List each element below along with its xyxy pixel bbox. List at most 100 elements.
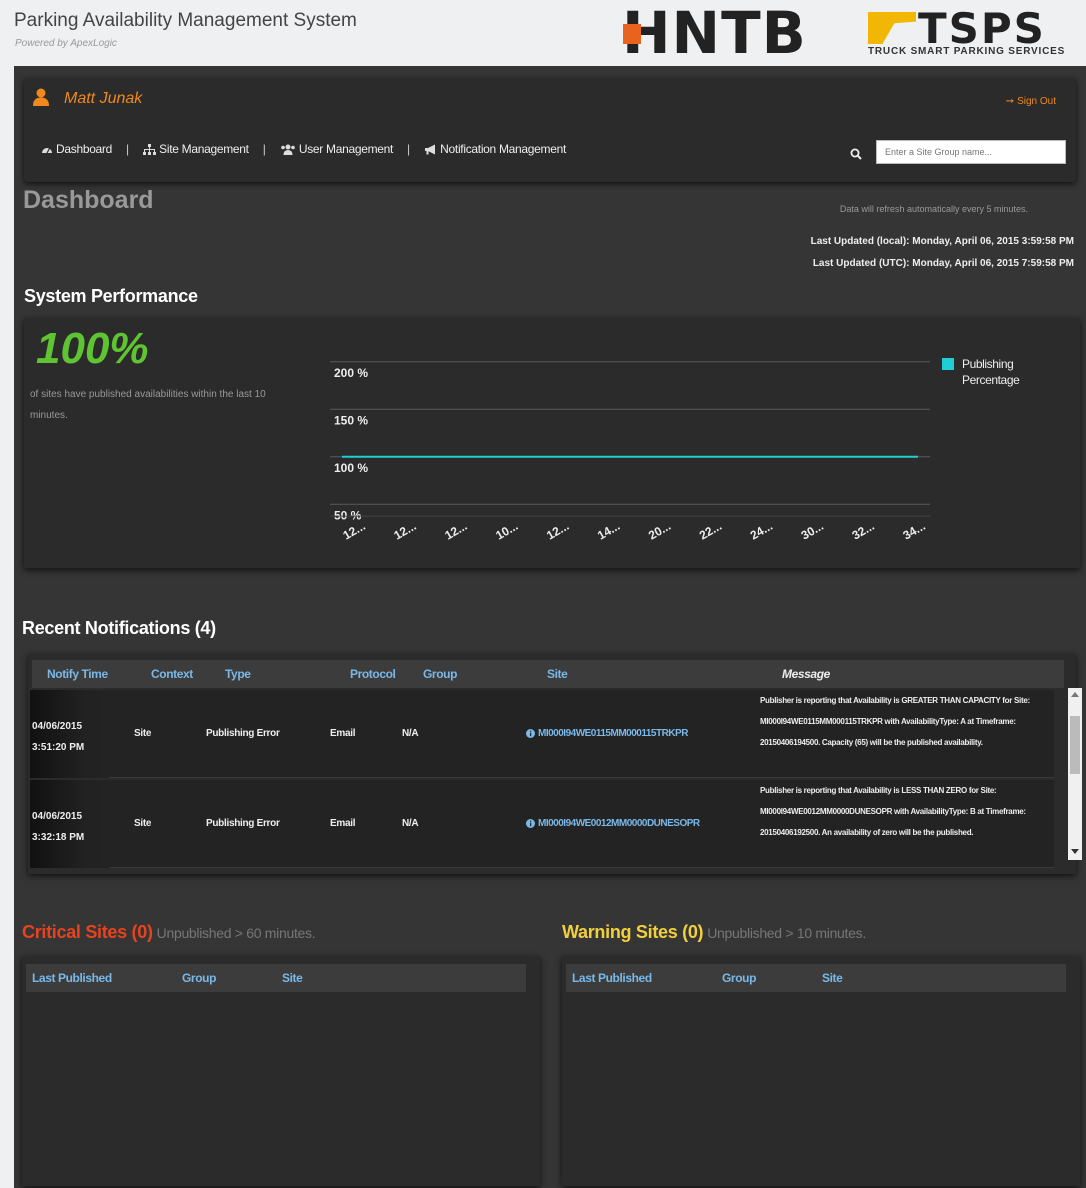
critical-sites-title: Critical Sites (0) Unpublished > 60 minut…: [22, 922, 316, 943]
info-icon: [526, 729, 535, 738]
legend-label: Publishing Percentage: [962, 357, 1020, 387]
main-content: Matt Junak ➙ Sign Out Dashboard | Site M…: [14, 66, 1086, 1188]
powered-by: Powered by ApexLogic: [15, 38, 117, 49]
row-date: 04/06/2015: [32, 811, 83, 822]
warning-sites-heading: Warning Sites (0): [562, 922, 704, 942]
nav-separator: |: [126, 142, 130, 156]
main-nav: Dashboard | Site Management | User Manag…: [41, 142, 566, 156]
row-type: Publishing Error: [206, 728, 280, 739]
x-tick-label: 32...: [850, 519, 877, 543]
col-context[interactable]: Context: [151, 667, 193, 681]
nav-dashboard-label: Dashboard: [56, 142, 113, 156]
nav-separator: |: [407, 142, 411, 156]
sign-out-link[interactable]: ➙ Sign Out: [1006, 96, 1056, 107]
x-tick-label: 10...: [493, 519, 520, 543]
col-group[interactable]: Group: [182, 971, 216, 985]
notifications-scrollbar[interactable]: [1068, 688, 1082, 860]
row-group: N/A: [402, 728, 419, 739]
row-protocol: Email: [330, 818, 356, 829]
x-tick-label: 24...: [748, 519, 775, 543]
row-type: Publishing Error: [206, 818, 280, 829]
info-icon: [526, 819, 535, 828]
row-context: Site: [134, 728, 152, 739]
col-site[interactable]: Site: [282, 971, 303, 985]
sitemap-icon: [143, 143, 157, 155]
dashboard-icon: [42, 148, 52, 154]
nav-user-management-label: User Management: [298, 142, 394, 156]
tsps-logo: TSPS TRUCK SMART PARKING SERVICES: [866, 4, 1076, 60]
y-tick-label: 150 %: [334, 413, 368, 427]
user-name: Matt Junak: [64, 90, 143, 107]
app-title: Parking Availability Management System: [14, 10, 357, 31]
row-group: N/A: [402, 818, 419, 829]
warning-sites-title: Warning Sites (0) Unpublished > 10 minute…: [562, 922, 866, 943]
row-time: 3:32:18 PM: [32, 832, 85, 843]
row-site-link[interactable]: MI000I94WE0012MM0000DUNESOPR: [526, 818, 700, 829]
tsps-emblem-icon: [868, 12, 916, 44]
nav-site-management[interactable]: Site Management: [143, 142, 249, 156]
col-group[interactable]: Group: [722, 971, 756, 985]
page-title: Dashboard: [23, 186, 154, 214]
col-site[interactable]: Site: [547, 667, 568, 681]
nav-notification-management[interactable]: Notification Management: [424, 142, 566, 156]
row-context: Site: [134, 818, 152, 829]
hntb-logo: HNTB: [622, 0, 807, 67]
critical-sites-heading: Critical Sites (0): [22, 922, 153, 942]
row-protocol: Email: [330, 728, 356, 739]
nav-separator: |: [262, 142, 266, 156]
last-updated-utc: Last Updated (UTC): Monday, April 06, 20…: [812, 258, 1074, 269]
scroll-thumb[interactable]: [1070, 716, 1080, 774]
x-tick-label: 20...: [646, 519, 673, 543]
nav-user-management[interactable]: User Management: [280, 142, 393, 156]
col-type[interactable]: Type: [225, 667, 251, 681]
performance-percent: 100%: [36, 324, 149, 373]
x-tick-label: 12...: [341, 519, 368, 543]
scroll-down-arrow-icon[interactable]: [1071, 849, 1079, 854]
recent-notifications-title: Recent Notifications (4): [22, 618, 216, 638]
nav-dashboard[interactable]: Dashboard: [41, 142, 112, 156]
col-last-published[interactable]: Last Published: [32, 971, 112, 985]
critical-sites-table: Last Published Group Site: [22, 956, 540, 1186]
hntb-logo-mark: [623, 24, 641, 44]
search-icon[interactable]: [850, 148, 862, 160]
x-tick-label: 34...: [901, 519, 928, 543]
user-icon: [33, 88, 49, 106]
table-row[interactable]: 04/06/2015 3:51:20 PM Site Publishing Er…: [30, 690, 1054, 778]
bullhorn-icon: [425, 144, 436, 154]
col-notify-time[interactable]: Notify Time: [47, 667, 108, 681]
performance-description: of sites have published availabilities w…: [30, 389, 266, 421]
col-last-published[interactable]: Last Published: [572, 971, 652, 985]
row-site-link[interactable]: MI000I94WE0115MM000115TRKPR: [526, 728, 688, 739]
x-tick-label: 22...: [697, 519, 724, 543]
x-tick-label: 30...: [799, 519, 826, 543]
row-date: 04/06/2015: [32, 721, 83, 732]
sign-out-icon: ➙: [1005, 96, 1015, 107]
refresh-note: Data will refresh automatically every 5 …: [839, 204, 1028, 214]
scroll-up-arrow-icon[interactable]: [1071, 692, 1079, 697]
row-site-label: MI000I94WE0115MM000115TRKPR: [538, 728, 688, 739]
publishing-percentage-chart: 200 %150 %100 %50 %12... 12... 12... 10... 1…: [330, 361, 930, 543]
sign-out-label: Sign Out: [1017, 96, 1056, 107]
top-header: Parking Availability Management System P…: [0, 0, 1086, 64]
table-row[interactable]: 04/06/2015 3:32:18 PM Site Publishing Er…: [30, 780, 1054, 868]
x-tick-label: 12...: [544, 519, 571, 543]
warning-sites-table: Last Published Group Site: [562, 956, 1080, 1186]
col-site[interactable]: Site: [822, 971, 843, 985]
row-time: 3:51:20 PM: [32, 742, 85, 753]
nav-notification-management-label: Notification Management: [440, 142, 567, 156]
col-protocol[interactable]: Protocol: [350, 667, 396, 681]
critical-sites-header: Last Published Group Site: [26, 964, 526, 992]
system-performance-title: System Performance: [24, 286, 198, 306]
col-group[interactable]: Group: [423, 667, 457, 681]
x-tick-label: 12...: [442, 519, 469, 543]
notifications-table-header: Notify Time Context Type Protocol Group …: [32, 660, 1064, 688]
site-group-search-input[interactable]: [876, 140, 1066, 164]
notifications-table: Notify Time Context Type Protocol Group …: [28, 654, 1082, 874]
legend-swatch: [942, 358, 954, 370]
row-site-label: MI000I94WE0012MM0000DUNESOPR: [538, 818, 700, 829]
y-tick-label: 200 %: [334, 366, 368, 380]
last-updated-local: Last Updated (local): Monday, April 06, …: [810, 236, 1074, 247]
row-message: Publisher is reporting that Availability…: [760, 696, 1030, 747]
warning-sites-header: Last Published Group Site: [566, 964, 1066, 992]
col-message[interactable]: Message: [782, 667, 830, 681]
